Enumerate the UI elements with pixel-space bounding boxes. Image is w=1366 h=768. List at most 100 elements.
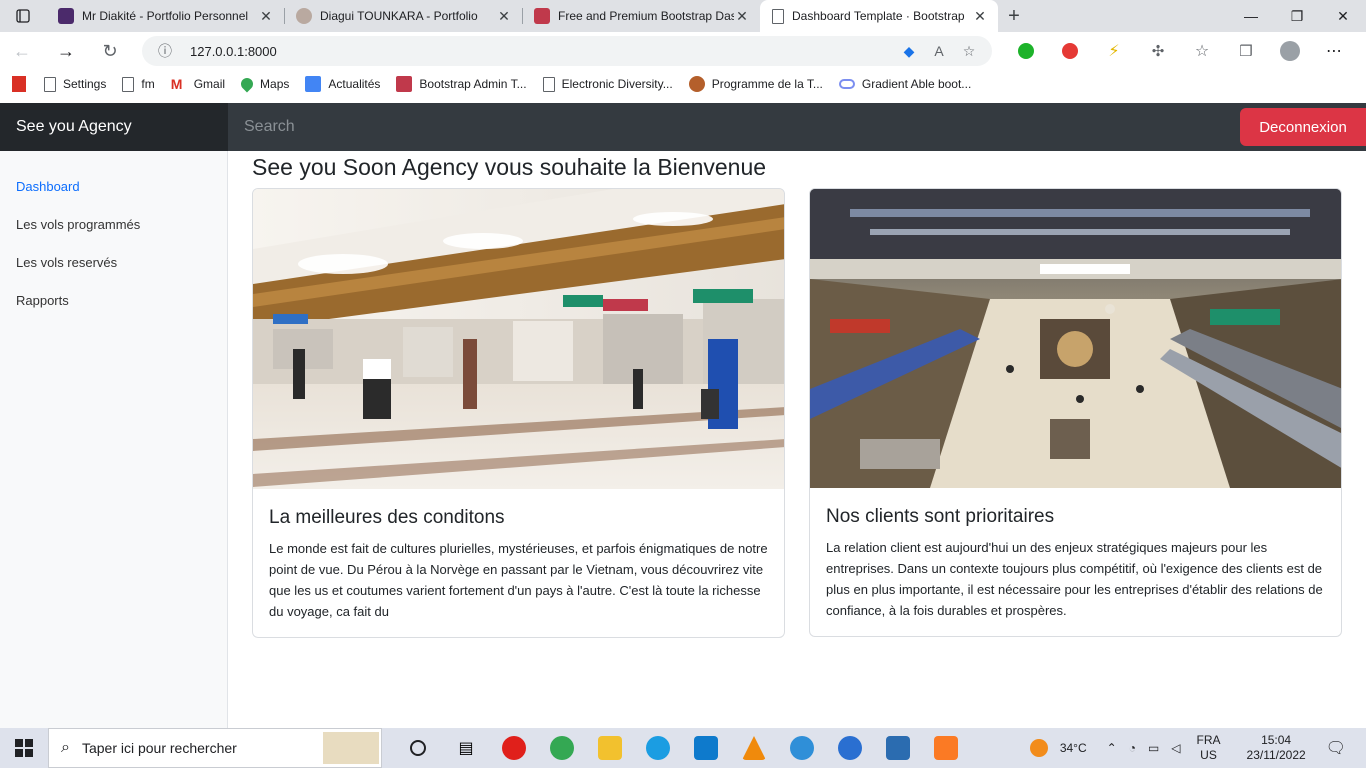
vlc-icon[interactable] <box>730 728 778 768</box>
start-button[interactable] <box>0 728 48 768</box>
extensions-puzzle-icon[interactable]: ✣ <box>1136 42 1180 60</box>
bookmark-item[interactable]: Maps <box>238 75 289 93</box>
weather-temp[interactable]: 34°C <box>1060 741 1087 755</box>
bookmark-label: fm <box>141 77 155 91</box>
windows-taskbar: ⌕ Taper ici pour rechercher ▤ 34°C ⌃ ◔ ▭… <box>0 728 1366 768</box>
bookmark-item[interactable]: Bootstrap Admin T... <box>396 76 527 92</box>
tab-favicon-icon <box>58 8 74 24</box>
speaker-icon[interactable]: ◁ <box>1171 741 1180 755</box>
url-text[interactable]: 127.0.0.1:8000 <box>190 44 894 59</box>
vscode-icon[interactable] <box>682 728 730 768</box>
file-explorer-icon[interactable] <box>586 728 634 768</box>
chrome-icon[interactable] <box>538 728 586 768</box>
lang-bottom: US <box>1200 748 1217 762</box>
close-window-icon[interactable]: ✕ <box>1320 0 1366 32</box>
browser-tab[interactable]: Diagui TOUNKARA - Portfolio ✕ <box>284 0 522 32</box>
sidebar: Dashboard Les vols programmés Les vols r… <box>0 151 228 728</box>
back-icon[interactable]: ← <box>0 32 44 70</box>
maps-icon <box>238 75 256 93</box>
logout-button[interactable]: Deconnexion <box>1240 108 1366 146</box>
tab-title: Mr Diakité - Portfolio Personnel <box>82 9 249 23</box>
forward-icon[interactable]: → <box>44 32 88 70</box>
close-tab-icon[interactable]: ✕ <box>734 8 750 25</box>
tab-title: Free and Premium Bootstrap Das <box>558 9 734 23</box>
sidebar-item-booked-flights[interactable]: Les vols reservés <box>0 244 227 282</box>
opera-icon[interactable] <box>490 728 538 768</box>
edge-beta-icon[interactable] <box>778 728 826 768</box>
close-tab-icon[interactable]: ✕ <box>496 8 512 25</box>
bookmark-label: Gmail <box>193 77 226 91</box>
cortana-icon[interactable] <box>394 728 442 768</box>
bookmark-item[interactable]: fm <box>122 76 155 92</box>
favorites-icon[interactable]: ☆ <box>1180 41 1224 61</box>
taskbar-apps: ▤ <box>394 728 970 768</box>
taskbar-search-input[interactable]: ⌕ Taper ici pour rechercher <box>48 728 382 768</box>
link-icon <box>838 79 855 89</box>
page-icon <box>542 76 555 92</box>
close-tab-icon[interactable]: ✕ <box>972 8 988 25</box>
bookmark-item[interactable]: Actualités <box>305 76 380 92</box>
main-content: See you Soon Agency vous souhaite la Bie… <box>252 151 1342 638</box>
tag-icon[interactable]: ◆ <box>894 43 924 60</box>
browser-tab[interactable]: Free and Premium Bootstrap Das ✕ <box>522 0 760 32</box>
gmail-icon: M <box>170 76 183 92</box>
close-tab-icon[interactable]: ✕ <box>258 8 274 25</box>
card-text: Le monde est fait de cultures plurielles… <box>269 541 768 619</box>
profile-avatar-icon[interactable] <box>1268 41 1312 61</box>
sidebar-item-reports[interactable]: Rapports <box>0 282 227 320</box>
restore-icon[interactable]: ❐ <box>1274 0 1320 32</box>
chevron-up-icon[interactable]: ⌃ <box>1107 741 1117 755</box>
globe-icon <box>688 76 705 92</box>
browser-tab[interactable]: Mr Diakité - Portfolio Personnel ✕ <box>46 0 284 32</box>
clock-time: 15:04 <box>1261 733 1292 747</box>
edge-icon[interactable] <box>634 728 682 768</box>
card-title: La meilleures des conditons <box>269 507 505 528</box>
add-favorite-icon[interactable]: ☆ <box>954 43 984 60</box>
clock[interactable]: 15:04 23/11/2022 <box>1247 733 1306 763</box>
reload-icon[interactable]: ↻ <box>88 32 132 70</box>
extension-lightning-icon[interactable]: ⚡ <box>1092 41 1136 61</box>
tab-favicon-icon <box>534 8 550 24</box>
task-view-icon[interactable]: ▤ <box>442 728 490 768</box>
tab-actions-button[interactable] <box>0 0 46 32</box>
bookmark-item[interactable]: Programme de la T... <box>688 76 823 92</box>
notifications-icon[interactable]: 🗨 <box>1326 738 1346 758</box>
page-icon <box>122 76 135 92</box>
search-highlight-icon <box>323 732 379 764</box>
bookmark-label: Gradient Able boot... <box>861 77 972 91</box>
bookmark-label: Programme de la T... <box>711 77 823 91</box>
sidebar-item-dashboard[interactable]: Dashboard <box>0 168 227 206</box>
volume-icon[interactable]: ▭ <box>1148 741 1159 755</box>
sidebar-item-scheduled-flights[interactable]: Les vols programmés <box>0 206 227 244</box>
bookmark-item[interactable]: Electronic Diversity... <box>542 76 673 92</box>
xampp-icon[interactable] <box>922 728 970 768</box>
site-info-icon[interactable]: ⓘ <box>158 41 172 61</box>
card-body: Nos clients sont prioritaires La relatio… <box>810 488 1341 621</box>
language-indicator[interactable]: FRA US <box>1197 733 1221 763</box>
search-input[interactable] <box>228 103 1240 151</box>
adblock-icon[interactable] <box>1048 43 1092 59</box>
window-controls: — ❐ ✕ <box>1228 0 1366 32</box>
address-bar[interactable]: ⓘ 127.0.0.1:8000 ◆ A ☆ <box>142 36 992 66</box>
pdf-icon[interactable] <box>12 76 26 92</box>
edge-dev-icon[interactable] <box>826 728 874 768</box>
bookmark-label: Actualités <box>328 77 381 91</box>
bookmark-item[interactable]: M Gmail <box>171 76 225 92</box>
photos-icon[interactable] <box>874 728 922 768</box>
collections-icon[interactable]: ❒ <box>1224 42 1268 60</box>
new-tab-icon[interactable]: + <box>998 5 1030 28</box>
airport-checkin-image <box>253 189 784 489</box>
minimize-icon[interactable]: — <box>1228 0 1274 32</box>
browser-tab-active[interactable]: Dashboard Template · Bootstrap ✕ <box>760 0 998 32</box>
more-menu-icon[interactable]: ⋯ <box>1312 41 1356 61</box>
brand-link[interactable]: See you Agency <box>0 103 228 151</box>
browser-tab-strip: Mr Diakité - Portfolio Personnel ✕ Diagu… <box>0 0 1366 32</box>
bookmark-item[interactable]: Gradient Able boot... <box>838 77 972 91</box>
read-aloud-icon[interactable]: A <box>924 43 954 59</box>
airport-mall-image <box>810 189 1341 488</box>
system-tray: 34°C ⌃ ◔ ▭ ◁ FRA US 15:04 23/11/2022 🗨 <box>1024 728 1366 768</box>
network-icon[interactable]: ◔ <box>1129 741 1136 755</box>
extension-green-icon[interactable] <box>1004 43 1048 59</box>
bookmark-item[interactable]: Settings <box>44 76 106 92</box>
weather-icon[interactable] <box>1029 739 1048 757</box>
